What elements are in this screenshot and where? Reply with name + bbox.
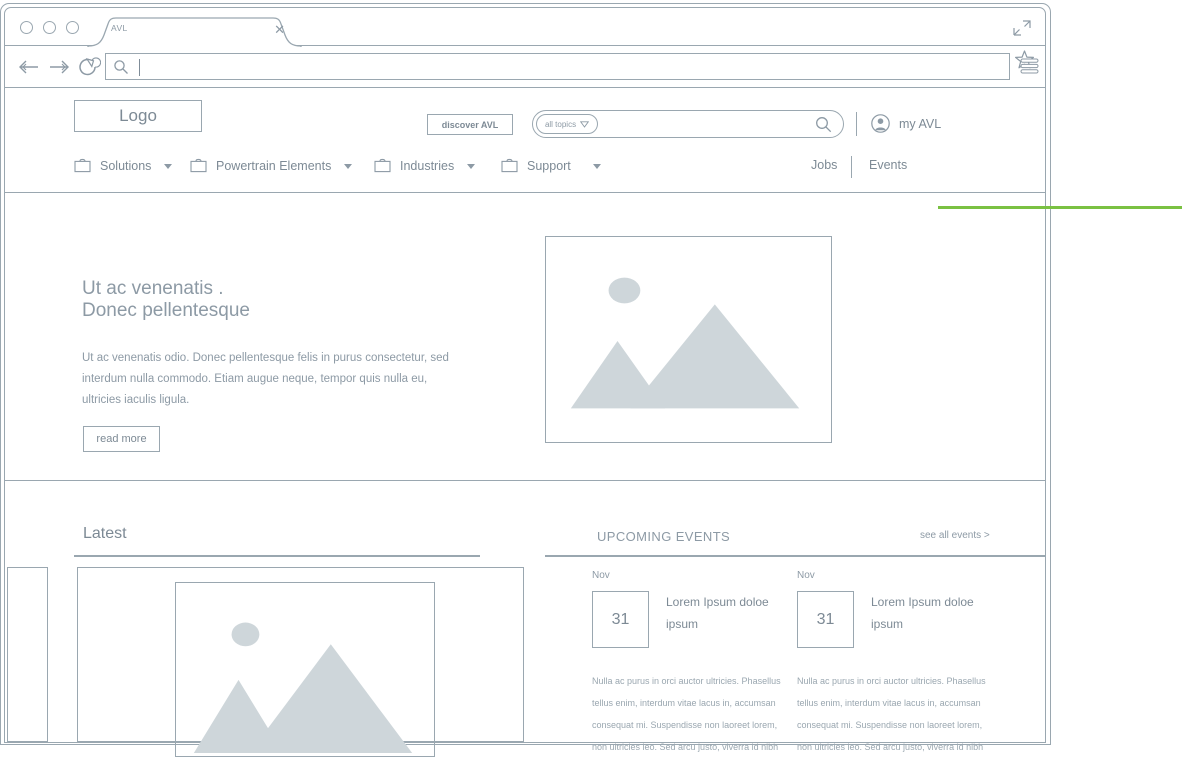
topics-dropdown[interactable]: all topics xyxy=(536,114,598,134)
reload-icon[interactable] xyxy=(75,54,102,80)
event-body-text: Nulla ac purus in orci auctor ultricies.… xyxy=(592,676,781,752)
hamburger-menu-icon[interactable] xyxy=(1020,57,1039,75)
event-day: 31 xyxy=(592,591,649,648)
restore-window-icon[interactable] xyxy=(1012,19,1032,37)
nav-item-jobs[interactable]: Jobs xyxy=(811,158,837,172)
chevron-down-icon xyxy=(579,115,590,133)
browser-toolbar xyxy=(5,46,1045,88)
event-day: 31 xyxy=(797,591,854,648)
hero-image-placeholder xyxy=(545,236,832,443)
search-icon xyxy=(113,59,129,75)
nav-item-solutions[interactable]: Solutions xyxy=(74,158,173,174)
window-close-button[interactable] xyxy=(20,21,33,34)
hero-body-text: Ut ac venenatis odio. Donec pellentesque… xyxy=(82,352,449,406)
main-navigation: Solutions Powertrain Elements Industries… xyxy=(5,150,1045,193)
event-month: Nov xyxy=(592,570,610,581)
tab-title: AVL xyxy=(111,23,128,33)
briefcase-icon xyxy=(374,158,391,174)
chevron-down-icon xyxy=(467,163,476,169)
event-row: 31 Lorem Ipsum doloe ipsum xyxy=(797,591,1002,648)
event-title[interactable]: Lorem Ipsum doloe ipsum xyxy=(666,591,786,635)
event-body-text: Nulla ac purus in orci auctor ultricies.… xyxy=(797,676,986,752)
nav-label: Industries xyxy=(400,159,455,173)
chevron-down-icon xyxy=(344,163,353,169)
nav-label: Solutions xyxy=(100,159,152,173)
latest-card-image-placeholder xyxy=(175,582,435,757)
hero-title-line-1: Ut ac venenatis . xyxy=(82,278,224,299)
green-annotation-line xyxy=(938,206,1182,209)
discover-avl-button[interactable]: discover AVL xyxy=(427,114,513,135)
close-icon[interactable]: ✕ xyxy=(274,23,285,36)
window-minimize-button[interactable] xyxy=(43,21,56,34)
window-maximize-button[interactable] xyxy=(66,21,79,34)
nav-item-industries[interactable]: Industries xyxy=(374,158,476,174)
header-divider xyxy=(856,112,857,136)
my-avl-account[interactable]: my AVL xyxy=(871,114,941,133)
latest-heading: Latest xyxy=(83,525,127,542)
nav-label: Powertrain Elements xyxy=(216,159,332,173)
image-placeholder-icon xyxy=(570,277,800,409)
nav-item-support[interactable]: Support xyxy=(501,158,601,174)
hero-title: Ut ac venenatis . Donec pellentesque xyxy=(82,278,250,322)
my-avl-label: my AVL xyxy=(899,116,942,131)
hero-section: Ut ac venenatis . Donec pellentesque Ut … xyxy=(5,193,1045,481)
hero-title-line-2: Donec pellentesque xyxy=(82,300,250,321)
event-card[interactable]: Nov 31 Lorem Ipsum doloe ipsum Nulla ac … xyxy=(592,570,797,758)
address-bar[interactable] xyxy=(105,53,1010,80)
nav-label: Support xyxy=(527,159,571,173)
image-placeholder-icon xyxy=(193,622,413,754)
user-avatar-icon xyxy=(871,114,890,133)
browser-tab[interactable]: AVL ✕ xyxy=(87,17,302,47)
topics-dropdown-label: all topics xyxy=(544,119,577,129)
read-more-button[interactable]: read more xyxy=(83,426,160,452)
nav-item-events[interactable]: Events xyxy=(869,158,907,172)
events-divider xyxy=(545,555,1045,557)
window-traffic-lights xyxy=(20,21,79,34)
event-card[interactable]: Nov 31 Lorem Ipsum doloe ipsum Nulla ac … xyxy=(797,570,1002,758)
site-search-bar: all topics xyxy=(532,110,844,138)
see-all-events-link[interactable]: see all events > xyxy=(920,530,990,541)
latest-divider xyxy=(74,555,480,557)
search-icon[interactable] xyxy=(815,116,832,133)
text-cursor xyxy=(139,59,140,76)
nav-divider xyxy=(851,156,852,178)
latest-card-previous-peek[interactable] xyxy=(7,567,48,742)
event-row: 31 Lorem Ipsum doloe ipsum xyxy=(592,591,797,648)
address-input[interactable] xyxy=(145,60,965,74)
event-title[interactable]: Lorem Ipsum doloe ipsum xyxy=(871,591,991,635)
site-header: Logo discover AVL all topics my AVL Solu… xyxy=(5,88,1045,193)
back-arrow-icon[interactable] xyxy=(16,54,42,80)
upcoming-events-heading: UPCOMING EVENTS xyxy=(597,529,731,544)
event-month: Nov xyxy=(797,570,815,581)
chevron-down-icon xyxy=(592,163,601,169)
chevron-down-icon xyxy=(164,163,173,169)
briefcase-icon xyxy=(501,158,518,174)
tab-strip: AVL ✕ xyxy=(5,8,1045,47)
site-logo[interactable]: Logo xyxy=(74,100,202,132)
search-input[interactable] xyxy=(605,115,815,134)
forward-arrow-icon[interactable] xyxy=(46,54,72,80)
briefcase-icon xyxy=(74,158,91,174)
briefcase-icon xyxy=(190,158,207,174)
nav-item-powertrain-elements[interactable]: Powertrain Elements xyxy=(190,158,353,174)
latest-card[interactable] xyxy=(77,567,524,757)
